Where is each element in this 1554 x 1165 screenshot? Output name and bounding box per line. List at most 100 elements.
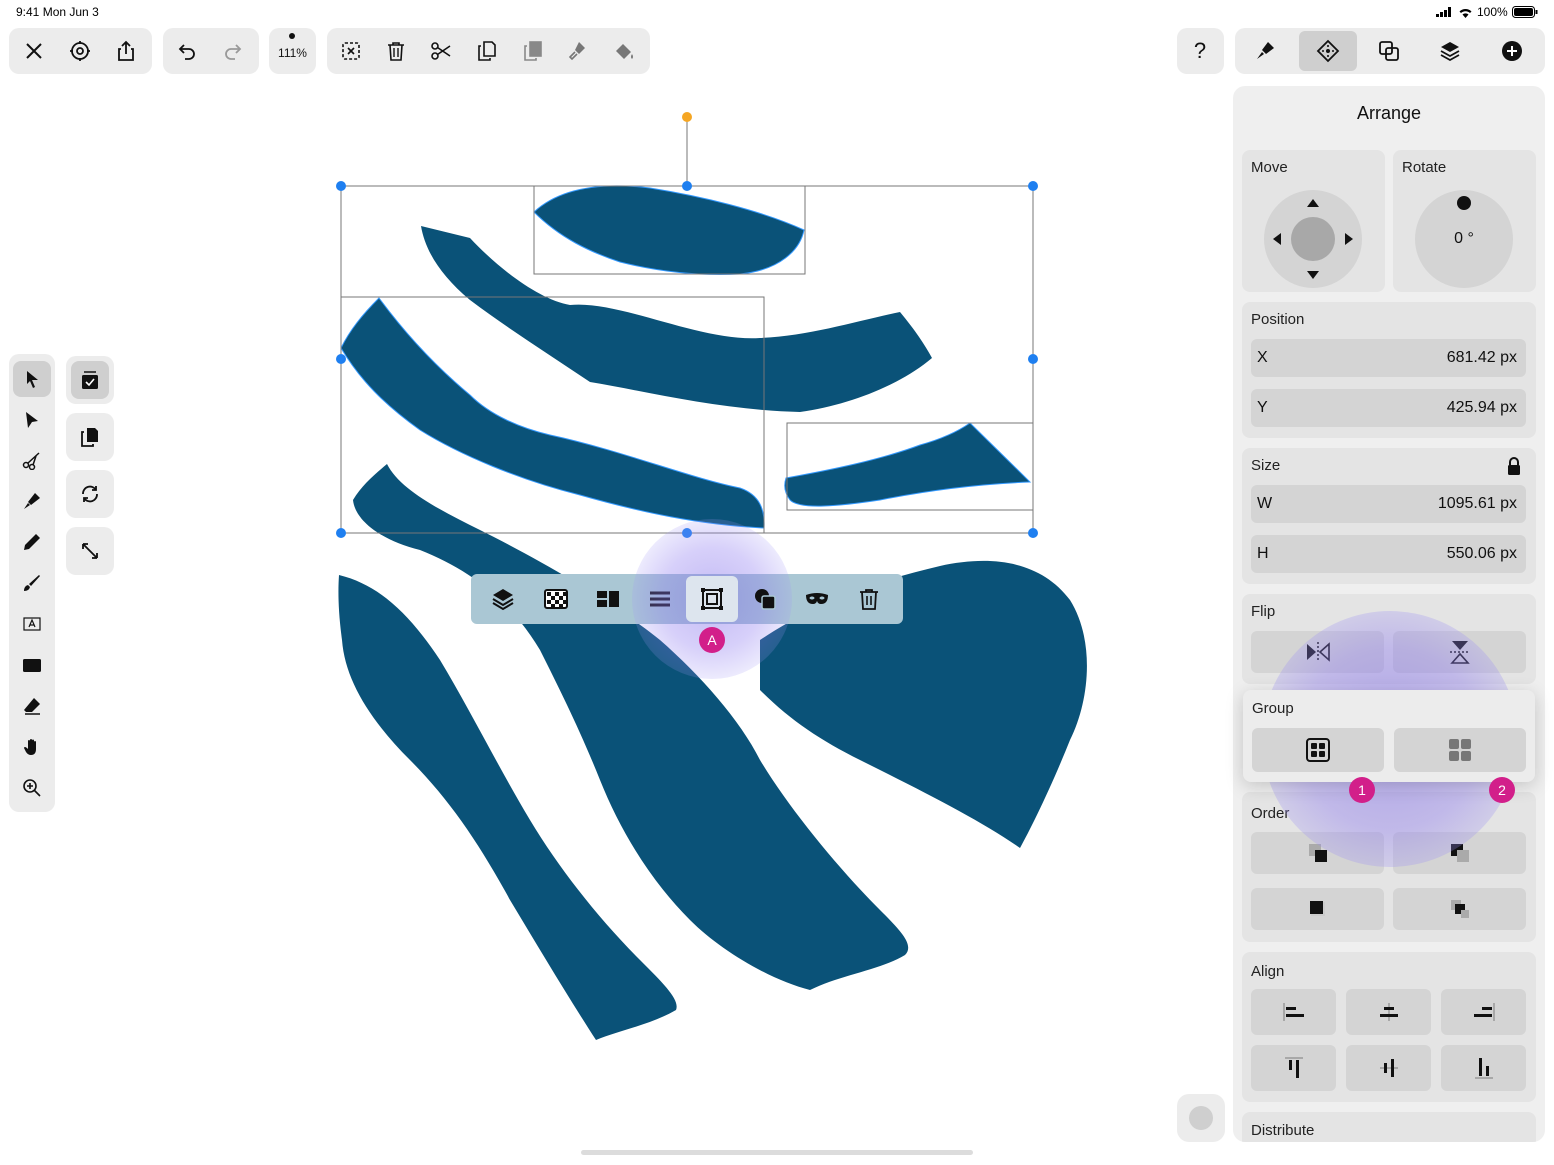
tool-select[interactable] (13, 361, 51, 397)
tool-rectangle[interactable] (13, 647, 51, 683)
hint-badge-2: 2 (1489, 777, 1515, 803)
rotate-label: Rotate (1402, 159, 1447, 176)
hint-badge-1: 1 (1349, 777, 1375, 803)
align-right-icon (1473, 1003, 1495, 1021)
pen-nib-icon (24, 493, 40, 509)
handle-middle-left[interactable] (336, 354, 346, 364)
rotate-dial[interactable]: 0 ° (1415, 190, 1513, 288)
y-value: 425.94 px (1446, 399, 1517, 416)
boolean-icon (755, 589, 776, 610)
y-field[interactable]: Y 425.94 px (1251, 389, 1526, 427)
align-bottom-button[interactable] (1441, 1045, 1526, 1091)
tool-text[interactable] (13, 606, 51, 642)
rotate-handle[interactable] (682, 112, 692, 122)
group-frame-icon (701, 588, 723, 610)
bring-to-front-button[interactable] (1251, 888, 1384, 930)
layers-icon (492, 589, 514, 611)
hint-badge-a: A (699, 627, 725, 653)
group-card: Group (1243, 690, 1535, 782)
align-middle-button[interactable] (1346, 1045, 1431, 1091)
select-box-icon (82, 371, 98, 389)
ctx-layers-button[interactable] (477, 574, 529, 624)
tool-pen[interactable] (13, 483, 51, 519)
position-card: Position X 681.42 px Y 425.94 px (1242, 302, 1536, 438)
handle-bottom-left[interactable] (336, 528, 346, 538)
tool-direct-select[interactable] (13, 402, 51, 438)
assistive-touch-button[interactable] (1177, 1094, 1225, 1142)
align-label: Align (1251, 963, 1285, 980)
distribute-label: Distribute (1251, 1122, 1315, 1139)
expand-arrows-icon (82, 543, 98, 559)
tool-eraser[interactable] (13, 688, 51, 724)
lock-icon[interactable] (1507, 457, 1521, 475)
select-all-button[interactable] (66, 356, 114, 404)
handle-top-right[interactable] (1028, 181, 1038, 191)
group-button[interactable] (1252, 728, 1384, 772)
rotate-card: Rotate 0 ° (1393, 150, 1536, 292)
handle-top-center[interactable] (682, 181, 692, 191)
w-label: W (1257, 495, 1273, 512)
x-field[interactable]: X 681.42 px (1251, 339, 1526, 377)
tool-brush[interactable] (13, 565, 51, 601)
direct-pointer-icon (26, 412, 38, 428)
y-label: Y (1257, 399, 1268, 416)
distribute-card: Distribute (1242, 1112, 1536, 1142)
magnifier-icon (23, 779, 41, 797)
duplicate-icon (81, 428, 98, 447)
send-to-back-button[interactable] (1393, 888, 1526, 930)
pointer-icon (27, 371, 38, 388)
joystick-knob[interactable] (1291, 217, 1335, 261)
eraser-icon (24, 698, 40, 715)
transform-scale-button[interactable] (66, 527, 114, 575)
group-icon (1306, 738, 1330, 762)
size-label: Size (1251, 457, 1281, 474)
ctx-opacity-button[interactable] (530, 574, 582, 624)
home-indicator (581, 1150, 973, 1155)
x-value: 681.42 px (1446, 349, 1517, 366)
align-top-icon (1284, 1057, 1303, 1078)
handle-bottom-right[interactable] (1028, 528, 1038, 538)
w-value: 1095.61 px (1437, 495, 1517, 512)
tool-scissors[interactable] (13, 442, 51, 478)
h-field[interactable]: H 550.06 px (1251, 535, 1526, 573)
tool-zoom[interactable] (13, 770, 51, 806)
hand-icon (24, 739, 36, 755)
rotate-value: 0 ° (1454, 230, 1474, 247)
arrow-up-icon[interactable] (1307, 199, 1319, 207)
arrow-down-icon[interactable] (1307, 271, 1319, 279)
panel-title: Arrange (1356, 103, 1422, 123)
handle-top-left[interactable] (336, 181, 346, 191)
ctx-arrange-button[interactable] (582, 574, 634, 624)
align-left-button[interactable] (1251, 989, 1336, 1035)
blocks-icon (597, 591, 619, 607)
rotate-arrows-icon (82, 485, 98, 503)
align-card: Align (1242, 952, 1536, 1102)
checkerboard-icon (544, 589, 568, 609)
rotate-dial-dot (1457, 196, 1471, 210)
align-center-button[interactable] (1346, 989, 1431, 1035)
transform-rotate-button[interactable] (66, 470, 114, 518)
tool-hand[interactable] (13, 729, 51, 765)
w-field[interactable]: W 1095.61 px (1251, 485, 1526, 523)
h-label: H (1257, 545, 1269, 562)
flip-label: Flip (1251, 603, 1276, 620)
ctx-mask-button[interactable] (791, 574, 843, 624)
tool-pencil[interactable] (13, 524, 51, 560)
align-top-button[interactable] (1251, 1045, 1336, 1091)
ctx-boolean-button[interactable] (739, 574, 791, 624)
shape-top (533, 185, 805, 275)
duplicate-button[interactable] (66, 413, 114, 461)
move-joystick[interactable] (1264, 190, 1362, 288)
ungroup-button[interactable] (1394, 728, 1526, 772)
arrow-right-icon[interactable] (1345, 233, 1353, 245)
align-center-icon (1379, 1003, 1398, 1021)
arrow-left-icon[interactable] (1273, 233, 1281, 245)
align-middle-icon (1379, 1059, 1398, 1077)
scissors-icon (22, 452, 40, 470)
align-right-button[interactable] (1441, 989, 1526, 1035)
ctx-group-button[interactable] (686, 576, 738, 622)
ungroup-icon (1449, 739, 1471, 761)
ctx-delete-button[interactable] (843, 574, 895, 624)
context-toolbar (471, 519, 903, 679)
handle-middle-right[interactable] (1028, 354, 1038, 364)
